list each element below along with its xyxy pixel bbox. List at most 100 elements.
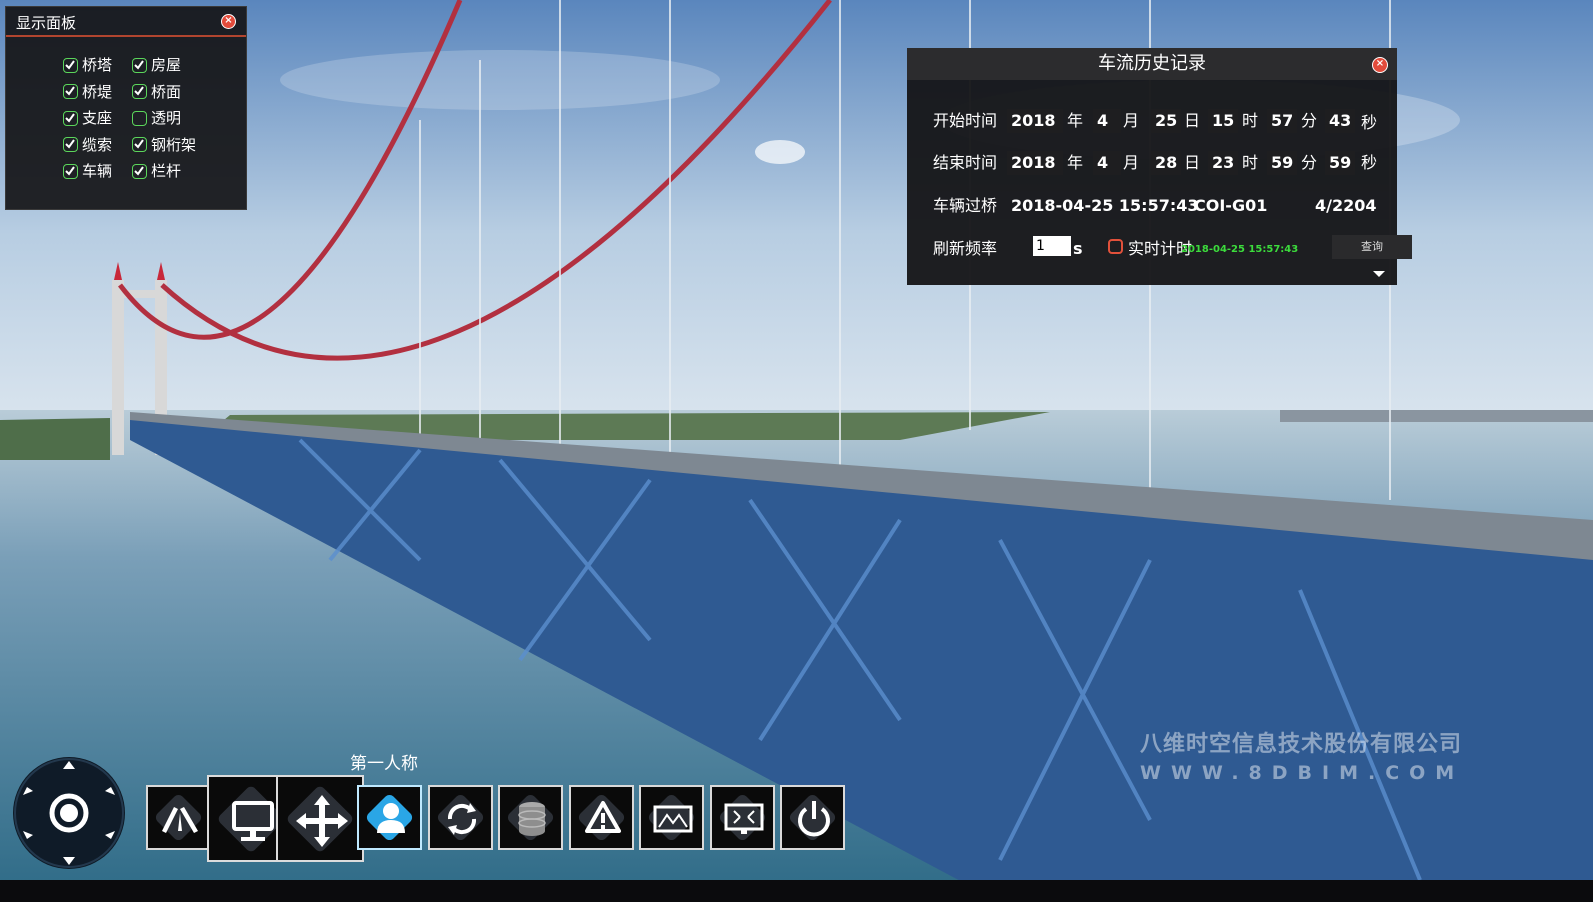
checkbox-checked[interactable]	[63, 57, 78, 73]
checkbox-label: 桥塔	[82, 56, 113, 74]
checkbox-unchecked[interactable]	[132, 110, 147, 126]
checkbox-item[interactable]: 钢桁架	[132, 135, 196, 155]
move-tool-button[interactable]	[276, 775, 364, 862]
screen-layout-tool-button[interactable]	[639, 785, 704, 850]
end-hour-field[interactable]: 23	[1208, 151, 1238, 175]
first-person-button[interactable]	[357, 785, 422, 850]
checkbox-checked[interactable]	[63, 137, 78, 152]
person-icon	[377, 803, 405, 833]
power-tool-button[interactable]	[780, 785, 845, 850]
history-panel-header: 车流历史记录 ×	[907, 48, 1397, 80]
end-minute-field[interactable]: 59	[1267, 151, 1297, 175]
checkbox-checked[interactable]	[63, 163, 78, 179]
checkbox-item[interactable]: 桥塔	[63, 55, 112, 75]
checkbox-item[interactable]: 缆索	[63, 135, 112, 155]
minute-unit: 分	[1301, 153, 1318, 172]
checkbox-item[interactable]: 支座	[63, 108, 112, 128]
start-hour-field[interactable]: 15	[1208, 109, 1238, 133]
warning-icon	[585, 801, 621, 833]
warning-tool-button[interactable]	[569, 785, 634, 850]
refresh-unit: s	[1073, 239, 1083, 258]
end-year-field[interactable]: 2018	[1007, 151, 1063, 175]
minute-unit: 分	[1301, 111, 1318, 130]
navigation-wheel[interactable]	[13, 757, 125, 869]
start-time-label: 开始时间	[933, 111, 998, 130]
rotate-icon	[447, 803, 477, 835]
company-watermark: 八维时空信息技术股份有限公司 WWW.8DBIM.COM	[1140, 726, 1464, 784]
checkbox-label: 桥堤	[82, 82, 113, 101]
end-time-label: 结束时间	[933, 153, 998, 172]
month-unit: 月	[1123, 111, 1140, 130]
display-panel-title: 显示面板	[16, 14, 77, 32]
refresh-rate-input[interactable]	[1033, 236, 1071, 256]
refresh-row: 刷新频率 s 实时计时 2018-04-25 15:57:43 查询	[933, 235, 1412, 261]
rotate-tool-button[interactable]	[428, 785, 493, 850]
measure-icon	[162, 807, 198, 833]
active-tool-label: 第一人称	[350, 754, 418, 774]
watermark-url: WWW.8DBIM.COM	[1140, 762, 1465, 784]
end-month-field[interactable]: 4	[1093, 151, 1121, 175]
checkbox-item[interactable]: 房屋	[132, 55, 181, 75]
vehicle-count: 4/2204	[1315, 196, 1377, 215]
checkbox-label: 车辆	[82, 162, 113, 180]
checkbox-item[interactable]: 桥面	[132, 82, 181, 102]
start-day-field[interactable]: 25	[1151, 109, 1181, 133]
checkbox-label: 钢桁架	[151, 135, 197, 154]
start-month-field[interactable]: 4	[1093, 109, 1121, 133]
checkbox-label: 栏杆	[151, 162, 182, 180]
vehicle-label: 车辆过桥	[933, 196, 998, 215]
history-panel-title: 车流历史记录	[1098, 53, 1206, 74]
vehicle-row: 车辆过桥 2018-04-25 15:57:43 COI-G01 4/2204	[933, 194, 1377, 218]
screen-layout-icon	[653, 805, 693, 833]
start-time-row: 开始时间 2018 年 4 月 25 日 15 时 57 分 43 秒	[933, 109, 1377, 133]
checkbox-label: 透明	[151, 109, 182, 127]
database-icon	[518, 802, 546, 836]
watermark-company: 八维时空信息技术股份有限公司	[1140, 732, 1463, 757]
day-unit: 日	[1184, 153, 1201, 172]
checkbox-label: 支座	[82, 109, 113, 127]
query-button[interactable]: 查询	[1332, 235, 1412, 259]
checkbox-checked[interactable]	[132, 84, 147, 99]
close-icon[interactable]: ×	[1372, 57, 1388, 73]
second-unit: 秒	[1361, 153, 1378, 172]
vehicle-time: 2018-04-25 15:57:43	[1011, 196, 1199, 215]
measure-tool-button[interactable]	[146, 785, 211, 850]
display-panel-header: 显示面板 ×	[6, 7, 246, 37]
database-tool-button[interactable]	[498, 785, 563, 850]
fullscreen-icon	[724, 803, 764, 834]
start-year-field[interactable]: 2018	[1007, 109, 1063, 133]
second-unit: 秒	[1361, 113, 1378, 132]
display-panel: 显示面板 × 桥塔 房屋桥堤 桥面支座 透明缆索 钢桁架车辆 栏杆	[5, 6, 247, 210]
move-icon	[296, 795, 348, 847]
checkbox-item[interactable]: 桥堤	[63, 82, 112, 102]
day-unit: 日	[1184, 111, 1201, 130]
vehicle-id: COI-G01	[1194, 196, 1268, 215]
checkbox-checked[interactable]	[63, 110, 78, 126]
year-unit: 年	[1067, 111, 1084, 130]
end-day-field[interactable]: 28	[1151, 151, 1181, 175]
realtime-clock: 2018-04-25 15:57:43	[1181, 244, 1299, 255]
checkbox-item[interactable]: 车辆	[63, 161, 112, 181]
close-icon[interactable]: ×	[221, 14, 236, 29]
chevron-down-icon[interactable]	[1373, 271, 1385, 277]
checkbox-checked[interactable]	[132, 57, 147, 73]
power-icon	[798, 801, 830, 837]
refresh-label: 刷新频率	[933, 239, 998, 258]
checkbox-label: 房屋	[151, 56, 182, 74]
hour-unit: 时	[1242, 111, 1259, 130]
checkbox-checked[interactable]	[63, 84, 78, 99]
checkbox-checked[interactable]	[132, 137, 147, 152]
end-time-row: 结束时间 2018 年 4 月 28 日 23 时 59 分 59 秒	[933, 151, 1377, 175]
fullscreen-tool-button[interactable]	[710, 785, 775, 850]
realtime-checkbox[interactable]	[1108, 239, 1123, 254]
start-second-field[interactable]: 43	[1325, 109, 1355, 133]
checkbox-item[interactable]: 透明	[132, 108, 181, 128]
checkbox-label: 桥面	[151, 82, 182, 101]
month-unit: 月	[1123, 153, 1140, 172]
checkbox-item[interactable]: 栏杆	[132, 161, 181, 181]
start-minute-field[interactable]: 57	[1267, 109, 1297, 133]
year-unit: 年	[1067, 153, 1084, 172]
hour-unit: 时	[1242, 153, 1259, 172]
checkbox-checked[interactable]	[132, 163, 147, 179]
end-second-field[interactable]: 59	[1325, 151, 1355, 175]
